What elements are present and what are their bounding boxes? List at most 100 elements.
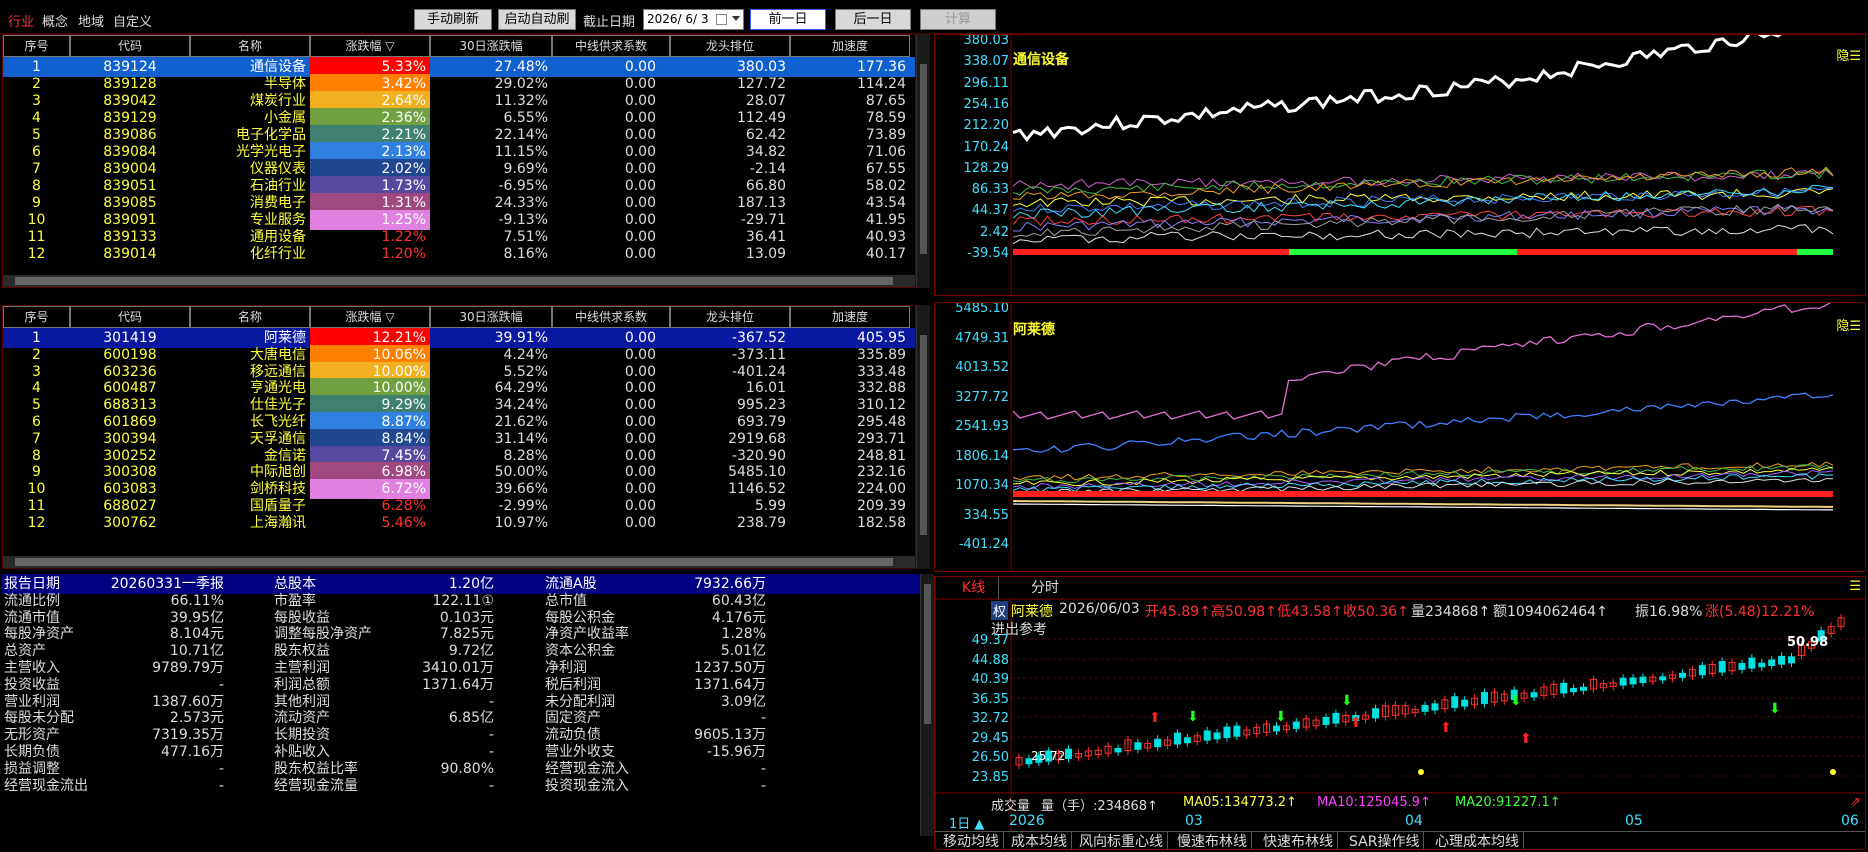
vertical-scrollbar[interactable] [916, 305, 930, 569]
scroll-thumb[interactable] [924, 584, 931, 724]
candle [1629, 677, 1637, 685]
candle [1421, 704, 1429, 712]
nav-industry[interactable]: 行业 [8, 11, 34, 30]
scroll-thumb[interactable] [920, 335, 927, 535]
series-line [1012, 224, 1834, 245]
candle [1461, 699, 1469, 707]
horizontal-scrollbar[interactable] [3, 275, 915, 287]
tab-timeshare[interactable]: 分时 [1015, 577, 1075, 599]
col-change-30d[interactable]: 30日涨跌幅 [430, 35, 552, 57]
hide-label: 隐 [1836, 49, 1850, 64]
col-rank[interactable]: 龙头排位 [670, 306, 790, 328]
col-accel[interactable]: 加速度 [790, 35, 910, 57]
calculate-button[interactable]: 计算 [920, 9, 996, 30]
up-arrow-icon: ⬆ [1149, 710, 1161, 726]
col-no[interactable]: 序号 [3, 35, 70, 57]
x-tick-label: 03 [1185, 813, 1203, 829]
indicator-tab[interactable]: 风向标重心线 [1075, 832, 1168, 849]
chart-title: 阿莱德 [1013, 322, 1055, 338]
col-rank[interactable]: 龙头排位 [670, 35, 790, 57]
down-arrow-icon: ⬇ [1275, 709, 1287, 725]
scroll-thumb[interactable] [15, 558, 893, 566]
candle [1659, 676, 1667, 681]
marker-dot [1418, 769, 1424, 775]
panel-menu-icon[interactable]: ☰ [1849, 579, 1861, 594]
candle [1451, 696, 1459, 708]
indicator-tab[interactable]: 成本均线 [1007, 832, 1072, 849]
hide-button[interactable]: 隐☰ [1836, 45, 1861, 64]
row-accel: 182.58 [857, 514, 906, 531]
horizontal-scrollbar[interactable] [3, 556, 915, 568]
chart-settings-icon[interactable]: ⇗ [1850, 795, 1861, 810]
prev-day-button[interactable]: 前一日 [750, 9, 826, 30]
indicator-tab-bar: 移动均线 成本均线 风向标重心线 慢速布林线 快速布林线 SAR操作线 心理成本均线 [935, 831, 1865, 849]
series-line [1012, 168, 1834, 196]
y-tick-label: 2541.93 [955, 419, 1009, 434]
y-tick-label: 49.37 [971, 633, 1009, 648]
low-marker-label: 25.72 [1031, 749, 1066, 763]
menu-icon[interactable]: ☰ [1849, 319, 1861, 334]
col-accel[interactable]: 加速度 [790, 306, 910, 328]
col-code[interactable]: 代码 [70, 35, 190, 57]
scroll-thumb[interactable] [920, 64, 927, 254]
indicator-tab[interactable]: 快速布林线 [1259, 832, 1338, 849]
finance-label: 投资现金流入 [545, 777, 629, 794]
candle [1431, 703, 1439, 711]
candle [1213, 732, 1221, 740]
col-change[interactable]: 涨跌幅 ▽ [310, 35, 430, 57]
table-row[interactable]: 12 839014 化纤行业 1.20% 8.16% 0.00 13.09 40.17 [3, 244, 915, 264]
y-tick-label: 2.42 [980, 224, 1009, 240]
col-name[interactable]: 名称 [190, 35, 310, 57]
scroll-thumb[interactable] [15, 277, 893, 285]
candle [1778, 655, 1786, 665]
row-rank: 238.79 [737, 514, 786, 531]
calendar-icon[interactable] [716, 14, 727, 25]
candle [1748, 657, 1756, 669]
chevron-down-icon[interactable] [732, 16, 740, 21]
vertical-scrollbar[interactable] [920, 574, 934, 836]
rights-button[interactable]: 权 [991, 601, 1009, 620]
col-code[interactable]: 代码 [70, 306, 190, 328]
volume-label: 成交量 [991, 799, 1031, 814]
period-selector[interactable]: 1日 ▲ [949, 813, 984, 832]
vertical-scrollbar[interactable] [916, 34, 930, 288]
indicator-tab[interactable]: SAR操作线 [1345, 832, 1425, 849]
indicator-tab[interactable]: 慢速布林线 [1173, 832, 1252, 849]
open-price: 开45.89↑ [1145, 604, 1211, 620]
table-row[interactable]: 12 300762 上海瀚讯 5.46% 10.97% 0.00 238.79 182.58 [3, 513, 915, 533]
y-tick-label: 170.24 [963, 139, 1010, 155]
col-name[interactable]: 名称 [190, 306, 310, 328]
date-value: 2026/ 6/ 3 [647, 12, 709, 26]
series-line [1012, 187, 1834, 214]
up-arrow-icon: ⬆ [1440, 720, 1452, 736]
candle [1758, 662, 1766, 668]
indicator-tab[interactable]: 移动均线 [939, 832, 1004, 849]
manual-refresh-button[interactable]: 手动刷新 [414, 9, 492, 30]
y-tick-label: 338.07 [963, 54, 1010, 70]
y-tick-label: 5485.10 [955, 302, 1009, 316]
candle [1233, 725, 1241, 737]
chart-title: 通信设备 [1013, 52, 1069, 68]
date-picker[interactable]: 2026/ 6/ 3 [643, 9, 744, 30]
col-coef[interactable]: 中线供求系数 [552, 306, 670, 328]
indicator-tab[interactable]: 心理成本均线 [1431, 832, 1524, 849]
col-coef[interactable]: 中线供求系数 [552, 35, 670, 57]
col-no[interactable]: 序号 [3, 306, 70, 328]
next-day-button[interactable]: 后一日 [835, 9, 911, 30]
candle [1114, 748, 1122, 753]
stock-table: 序号 代码 名称 涨跌幅 ▽ 30日涨跌幅 中线供求系数 龙头排位 加速度 13… [2, 305, 916, 569]
col-change[interactable]: 涨跌幅 ▽ [310, 306, 430, 328]
nav-custom[interactable]: 自定义 [113, 11, 152, 30]
hide-button[interactable]: 隐☰ [1836, 315, 1861, 334]
tab-kline[interactable]: K线 [949, 577, 999, 599]
y-tick-label: 4749.31 [955, 330, 1009, 346]
volume: 量234868↑ [1411, 604, 1491, 620]
x-tick-label: 04 [1405, 813, 1423, 829]
col-change-30d[interactable]: 30日涨跌幅 [430, 306, 552, 328]
nav-concept[interactable]: 概念 [42, 11, 68, 30]
menu-icon[interactable]: ☰ [1849, 49, 1861, 64]
row-name: 化纤行业 [250, 246, 306, 262]
y-tick-label: 4013.52 [955, 360, 1009, 375]
nav-region[interactable]: 地域 [78, 11, 104, 30]
auto-refresh-button[interactable]: 启动自动刷新 [498, 9, 576, 46]
